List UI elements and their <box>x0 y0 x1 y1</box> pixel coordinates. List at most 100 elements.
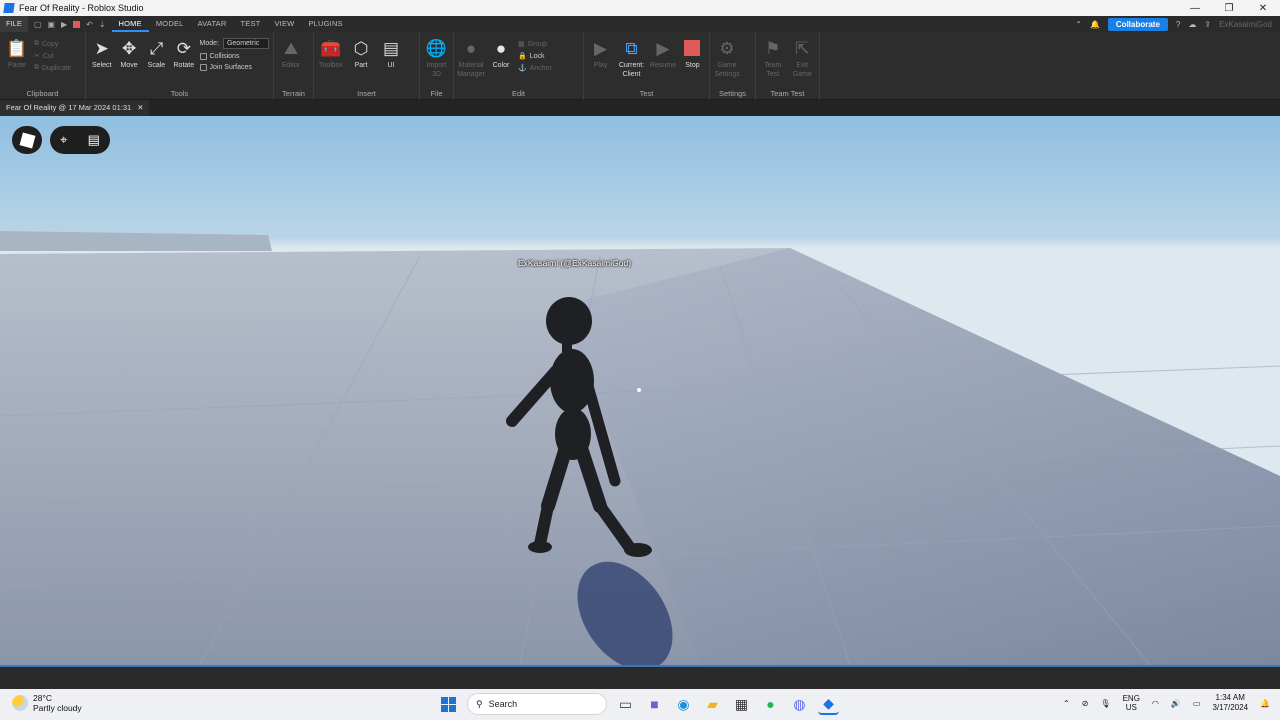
exit-game-button[interactable]: ⇱ Exit Game <box>790 36 816 86</box>
roblox-menu-button[interactable] <box>12 126 42 154</box>
tools-group: ➤ Select ✥ Move ⤢ Scale ⟳ Rotate Mode: Geomet… <box>86 32 274 100</box>
tray-chevron-icon[interactable]: ⌃ <box>1063 699 1070 708</box>
save-icon[interactable]: ▣ <box>47 20 55 29</box>
stop-button[interactable]: Stop <box>680 36 705 86</box>
distant-platform <box>0 231 272 251</box>
exit-icon: ⇱ <box>795 38 810 58</box>
group-icon: ▦ <box>518 41 525 48</box>
wifi-icon[interactable]: ◠ <box>1152 699 1159 708</box>
mouse-cursor <box>637 388 641 392</box>
discord-icon[interactable]: ◍ <box>789 694 810 715</box>
minimize-button[interactable]: — <box>1178 3 1212 14</box>
import3d-button[interactable]: 🌐 Import 3D <box>424 36 449 86</box>
clock[interactable]: 1:34 AM 3/17/2024 <box>1212 693 1248 713</box>
roblox-studio-taskbar-icon[interactable]: ◆ <box>818 694 839 715</box>
start-button[interactable] <box>438 694 459 715</box>
close-button[interactable]: ✕ <box>1246 3 1280 14</box>
tab-plugins[interactable]: PLUGINS <box>301 16 349 32</box>
spotify-icon[interactable]: ● <box>760 694 781 715</box>
document-tabs: Fear Of Reality @ 17 Mar 2024 01:31 ✕ <box>0 100 1280 116</box>
test-group: ▶ Play ⧉ Current: Client ▶ Resume Stop Test <box>584 32 710 100</box>
store-icon[interactable]: ▦ <box>731 694 752 715</box>
paste-button[interactable]: 📋 Paste <box>4 36 30 86</box>
stop-icon[interactable] <box>73 20 81 28</box>
meet-icon[interactable]: ■ <box>644 694 665 715</box>
tab-model[interactable]: MODEL <box>149 16 191 32</box>
edit-label: Edit <box>512 89 525 98</box>
network-off-icon[interactable]: ⊘ <box>1082 699 1089 708</box>
new-file-icon[interactable]: ▢ <box>34 20 42 29</box>
duplicate-button[interactable]: ⧉ Duplicate <box>34 64 71 72</box>
notifications-icon[interactable]: 🔔 <box>1090 20 1100 29</box>
tab-view[interactable]: VIEW <box>267 16 301 32</box>
close-tab-icon[interactable]: ✕ <box>137 100 143 116</box>
place-tab[interactable]: Fear Of Reality @ 17 Mar 2024 01:31 ✕ <box>0 100 150 116</box>
team-test-label: Team Test <box>770 89 805 98</box>
file-menu[interactable]: FILE <box>0 16 28 32</box>
undo-icon[interactable]: ↶ <box>86 20 93 29</box>
scale-button[interactable]: ⤢ Scale <box>145 36 168 86</box>
collisions-toggle[interactable]: Collisions <box>199 53 269 60</box>
ui-button[interactable]: ▤ UI <box>378 36 404 86</box>
part-button[interactable]: ⬡ Part <box>348 36 374 86</box>
collapse-ribbon-icon[interactable]: ⌃ <box>1075 20 1082 29</box>
title-bar: Fear Of Reality - Roblox Studio — ❐ ✕ <box>0 0 1280 16</box>
camera-icon[interactable]: ⌖ <box>60 132 67 148</box>
maximize-button[interactable]: ❐ <box>1212 3 1246 14</box>
menu-bar: FILE ▢ ▣ ▶ ↶ ⇣ HOME MODEL AVATAR TEST VI… <box>0 16 1280 32</box>
rotate-button[interactable]: ⟳ Rotate <box>172 36 195 86</box>
language-indicator[interactable]: ENG US <box>1123 694 1140 712</box>
share-icon[interactable]: ⇪ <box>1204 20 1211 29</box>
tab-home[interactable]: HOME <box>111 16 149 32</box>
join-surfaces-toggle[interactable]: Join Surfaces <box>199 64 269 71</box>
redo-icon[interactable]: ⇣ <box>99 20 106 29</box>
task-view-icon[interactable]: ▭ <box>615 694 636 715</box>
help-icon[interactable]: ? <box>1176 20 1180 29</box>
clipboard-label: Clipboard <box>26 89 59 98</box>
game-settings-button[interactable]: ⚙ Game Settings <box>714 36 740 86</box>
play-icon[interactable]: ▶ <box>61 20 67 29</box>
resume-icon: ▶ <box>656 38 670 58</box>
search-box[interactable]: ⚲ Search <box>467 693 607 715</box>
toolbox-button[interactable]: 🧰 Toolbox <box>318 36 344 86</box>
cut-button[interactable]: ✂ Cut <box>34 52 71 61</box>
anchor-button[interactable]: ⚓ Anchor <box>518 64 552 73</box>
notification-center-icon[interactable]: 🔔 <box>1260 699 1270 708</box>
toolbox-icon: 🧰 <box>320 38 342 58</box>
play-button[interactable]: ▶ Play <box>588 36 613 86</box>
resume-button[interactable]: ▶ Resume <box>650 36 676 86</box>
file-explorer-icon[interactable]: ▰ <box>702 694 723 715</box>
viewport-controls: ⌖ ▤ <box>50 126 110 154</box>
game-viewport[interactable]: ⌖ ▤ ExKasaimi (@ExKasaimiGod) <box>0 116 1280 665</box>
microphone-icon[interactable]: 🎙 <box>1100 699 1110 708</box>
tab-avatar[interactable]: AVATAR <box>191 16 234 32</box>
team-test-button[interactable]: ⚑ Team Test <box>760 36 786 86</box>
username[interactable]: ExKasaimiGod <box>1219 20 1272 29</box>
join-surfaces-checkbox[interactable] <box>199 64 207 71</box>
current-client-button[interactable]: ⧉ Current: Client <box>617 36 646 86</box>
tab-test[interactable]: TEST <box>234 16 268 32</box>
copy-button[interactable]: ⧉ Copy <box>34 40 71 48</box>
terrain-label: Terrain <box>282 89 305 98</box>
collisions-checkbox[interactable] <box>199 53 207 60</box>
material-manager-button[interactable]: ● Material Manager <box>457 36 485 86</box>
chat-icon[interactable]: ▤ <box>88 132 100 148</box>
play-icon: ▶ <box>593 38 608 58</box>
terrain-editor-button[interactable]: ⛰ Editor <box>278 36 304 86</box>
weather-widget[interactable]: 28°C Partly cloudy <box>12 693 82 713</box>
battery-icon[interactable]: ▭ <box>1193 699 1201 708</box>
lock-button[interactable]: 🔒 Lock <box>518 52 552 61</box>
weather-condition: Partly cloudy <box>33 703 82 713</box>
move-button[interactable]: ✥ Move <box>117 36 140 86</box>
cloud-icon[interactable]: ☁ <box>1188 20 1196 29</box>
volume-icon[interactable]: 🔊 <box>1171 699 1181 708</box>
select-button[interactable]: ➤ Select <box>90 36 113 86</box>
collaborate-button[interactable]: Collaborate <box>1107 17 1168 31</box>
color-button[interactable]: ● Color <box>488 36 514 86</box>
cursor-icon: ➤ <box>94 38 109 58</box>
player-nametag: ExKasaimi (@ExKasaimiGod) <box>518 258 632 268</box>
mode-select[interactable]: Geometric <box>222 38 269 49</box>
group-button[interactable]: ▦ Group <box>518 40 552 49</box>
ui-icon: ▤ <box>382 38 400 58</box>
edge-icon[interactable]: ◉ <box>673 694 694 715</box>
